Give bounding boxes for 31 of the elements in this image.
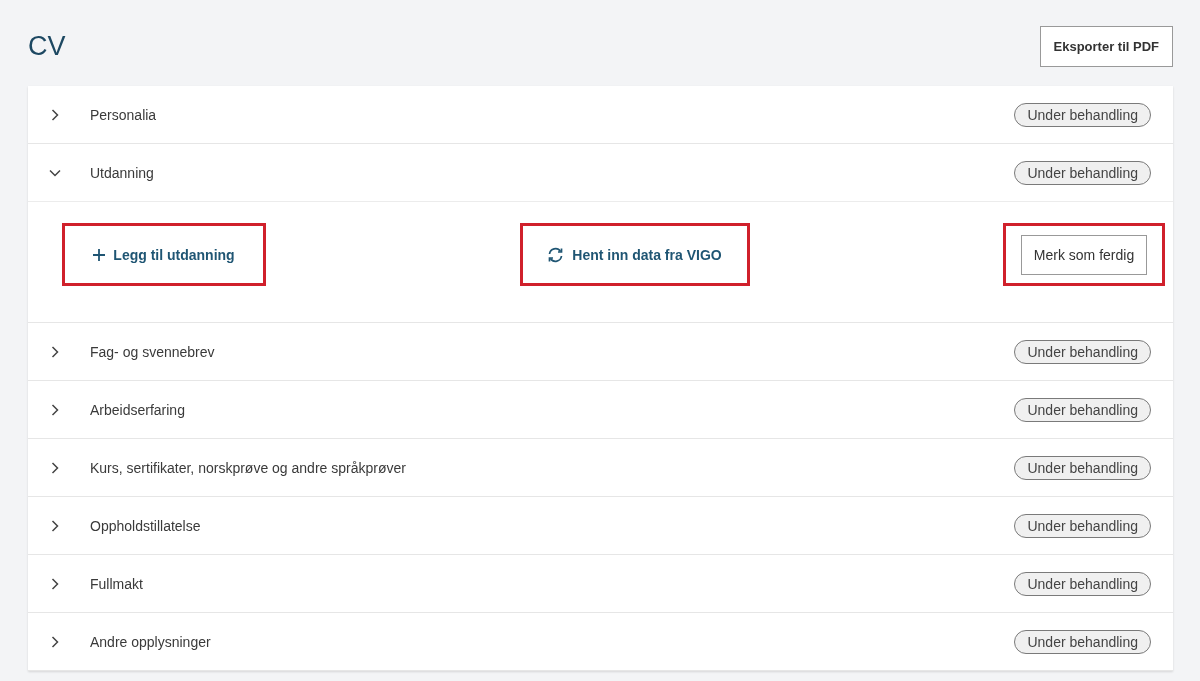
page-title: CV: [28, 31, 66, 62]
plus-icon: [93, 248, 106, 261]
section-header[interactable]: Oppholdstillatelse Under behandling: [28, 497, 1173, 554]
status-badge: Under behandling: [1014, 629, 1151, 654]
mark-done-button[interactable]: Merk som ferdig: [1020, 234, 1148, 275]
section-title: Fullmakt: [90, 575, 144, 592]
section-header[interactable]: Kurs, sertifikater, norskprøve og andre språkprøver Under behandling: [28, 439, 1173, 496]
section-header[interactable]: Andre opplysninger Under behandling: [28, 613, 1173, 670]
status-badge: Under behandling: [1014, 571, 1151, 596]
section-title: Utdanning: [90, 164, 155, 181]
section-header[interactable]: Personalia Under behandling: [28, 86, 1173, 143]
section-header[interactable]: Utdanning Under behandling: [28, 144, 1173, 201]
section-title: Andre opplysninger: [90, 633, 212, 650]
status-badge: Under behandling: [1014, 455, 1151, 480]
status-badge: Under behandling: [1014, 102, 1151, 127]
status-badge: Under behandling: [1014, 397, 1151, 422]
status-badge: Under behandling: [1014, 513, 1151, 538]
section-title: Personalia: [90, 106, 158, 123]
add-link[interactable]: Legg til utdanning: [89, 242, 239, 267]
status-badge: Under behandling: [1014, 339, 1151, 364]
section-header[interactable]: Fullmakt Under behandling: [28, 555, 1173, 612]
section-header[interactable]: Arbeidserfaring Under behandling: [28, 381, 1173, 438]
fetch-data-link[interactable]: Hent inn data fra VIGO: [543, 242, 726, 267]
section-title: Fag- og svennebrev: [90, 343, 216, 360]
export-pdf-button[interactable]: Eksporter til PDF: [1039, 26, 1173, 67]
section-title: Arbeidserfaring: [90, 401, 186, 418]
section-title: Kurs, sertifikater, norskprøve og andre språkprøver: [90, 459, 407, 476]
status-badge: Under behandling: [1014, 160, 1151, 185]
section-header[interactable]: Fag- og svennebrev Under behandling: [28, 323, 1173, 380]
section-title: Oppholdstillatelse: [90, 517, 202, 534]
refresh-icon: [547, 246, 565, 263]
